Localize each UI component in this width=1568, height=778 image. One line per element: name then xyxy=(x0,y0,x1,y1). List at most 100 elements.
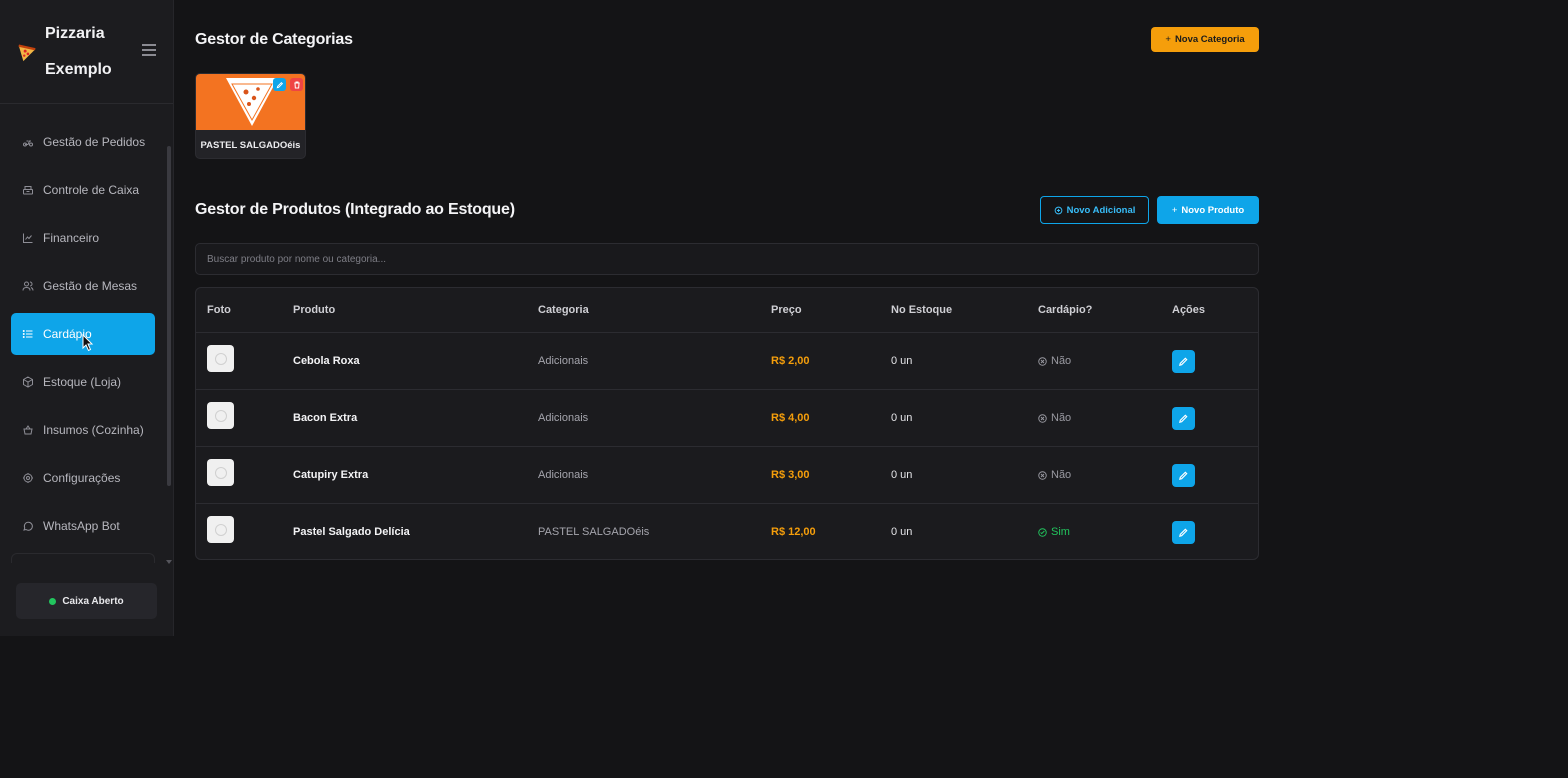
product-price: R$ 12,00 xyxy=(771,526,816,538)
sidebar-item-insumos[interactable]: Insumos (Cozinha) xyxy=(11,409,155,451)
menu-status: Não xyxy=(1038,469,1071,481)
x-circle-icon xyxy=(1038,470,1047,480)
brand-name: Pizzaria Exemplo xyxy=(45,24,112,78)
menu-status: Não xyxy=(1038,412,1071,424)
column-header: Ações xyxy=(1172,304,1206,316)
product-price: R$ 3,00 xyxy=(771,469,810,481)
scroll-down-icon[interactable] xyxy=(166,560,172,564)
table-row: Catupiry Extra Adicionais R$ 3,00 0 un N… xyxy=(196,447,1258,504)
register-icon xyxy=(22,184,34,196)
product-category: Adicionais xyxy=(538,412,589,424)
product-name: Cebola Roxa xyxy=(293,355,360,367)
product-price: R$ 2,00 xyxy=(771,355,810,367)
table-header: Foto Produto Categoria Preço No Estoque … xyxy=(196,288,1258,333)
plus-circle-icon xyxy=(1054,206,1062,214)
category-image xyxy=(196,74,305,130)
table-row: Cebola Roxa Adicionais R$ 2,00 0 un Não xyxy=(196,333,1258,390)
edit-product-button[interactable] xyxy=(1172,464,1195,487)
sidebar-item-controle-caixa[interactable]: Controle de Caixa xyxy=(11,169,155,211)
check-circle-icon xyxy=(1038,527,1047,537)
cash-status-badge[interactable]: Caixa Aberto xyxy=(16,583,157,619)
edit-product-button[interactable] xyxy=(1172,521,1195,544)
whatsapp-icon xyxy=(22,520,34,532)
sidebar-item-label: Gestão de Pedidos xyxy=(43,135,146,149)
sidebar-scrollbar[interactable] xyxy=(167,146,171,486)
sidebar-item-label: Controle de Caixa xyxy=(43,183,140,197)
table-row: Pastel Salgado Delícia PASTEL SALGADOéis… xyxy=(196,504,1258,559)
sidebar-item-whatsapp[interactable]: WhatsApp Bot xyxy=(11,505,155,547)
product-stock: 0 un xyxy=(891,412,913,424)
categories-title: Gestor de Categorias xyxy=(195,31,353,48)
chart-line-icon xyxy=(22,232,34,244)
product-category: Adicionais xyxy=(538,355,589,367)
pencil-icon xyxy=(1179,357,1188,366)
product-photo xyxy=(207,516,234,543)
product-name: Bacon Extra xyxy=(293,412,358,424)
pencil-icon xyxy=(1179,471,1188,480)
menu-status-label: Sim xyxy=(1051,526,1070,538)
product-photo xyxy=(207,345,234,372)
new-product-button[interactable]: + Novo Produto xyxy=(1157,196,1259,224)
menu-status: Sim xyxy=(1038,526,1070,538)
x-circle-icon xyxy=(1038,356,1047,366)
product-stock: 0 un xyxy=(891,355,913,367)
product-stock: 0 un xyxy=(891,526,913,538)
pencil-icon xyxy=(276,81,283,88)
new-category-button[interactable]: + Nova Categoria xyxy=(1151,27,1259,52)
mouse-cursor-icon xyxy=(82,334,94,352)
sidebar-item-label: Financeiro xyxy=(43,231,100,245)
basket-icon xyxy=(22,424,34,436)
pencil-icon xyxy=(1179,528,1188,537)
gear-icon xyxy=(22,472,34,484)
sidebar-item-estoque[interactable]: Estoque (Loja) xyxy=(11,361,155,403)
new-product-label: Novo Produto xyxy=(1181,204,1245,216)
new-addon-label: Novo Adicional xyxy=(1066,204,1136,216)
edit-category-button[interactable] xyxy=(273,78,286,91)
product-category: Adicionais xyxy=(538,469,589,481)
category-card[interactable]: PASTEL SALGADOéis xyxy=(195,73,306,159)
sidebar-item-configuracoes[interactable]: Configurações xyxy=(11,457,155,499)
brand: Pizzaria Exemplo xyxy=(0,0,173,104)
sidebar-item-gestao-pedidos[interactable]: Gestão de Pedidos xyxy=(11,121,155,163)
product-category: PASTEL SALGADOéis xyxy=(538,526,650,538)
sidebar: Pizzaria Exemplo Gestão de Pedidos Contr… xyxy=(0,0,174,636)
image-placeholder-icon xyxy=(214,523,227,536)
list-icon xyxy=(22,328,34,340)
products-table: Foto Produto Categoria Preço No Estoque … xyxy=(195,287,1259,560)
x-circle-icon xyxy=(1038,413,1047,423)
nav-overflow-edge xyxy=(11,553,155,563)
plus-icon: + xyxy=(1171,204,1178,216)
status-dot-icon xyxy=(49,597,57,605)
column-header: Cardápio? xyxy=(1038,304,1093,316)
product-search-input[interactable] xyxy=(195,243,1259,275)
new-addon-button[interactable]: Novo Adicional xyxy=(1040,196,1149,224)
category-name: PASTEL SALGADOéis xyxy=(200,139,301,151)
menu-status-label: Não xyxy=(1051,355,1072,367)
product-price: R$ 4,00 xyxy=(771,412,810,424)
column-header: No Estoque xyxy=(891,304,953,316)
product-photo xyxy=(207,459,234,486)
sidebar-item-gestao-mesas[interactable]: Gestão de Mesas xyxy=(11,265,155,307)
edit-product-button[interactable] xyxy=(1172,350,1195,373)
column-header: Preço xyxy=(771,304,802,316)
box-icon xyxy=(22,376,34,388)
delete-category-button[interactable] xyxy=(290,78,303,91)
cash-status-label: Caixa Aberto xyxy=(62,595,124,607)
sidebar-item-label: Insumos (Cozinha) xyxy=(43,423,144,437)
plus-icon: + xyxy=(1165,34,1171,45)
product-name: Pastel Salgado Delícia xyxy=(293,526,410,538)
trash-icon xyxy=(293,81,300,88)
pizza-icon xyxy=(18,43,36,61)
menu-toggle-icon[interactable] xyxy=(142,44,156,56)
column-header: Foto xyxy=(207,304,231,316)
products-title: Gestor de Produtos (Integrado ao Estoque… xyxy=(195,201,515,218)
product-name: Catupiry Extra xyxy=(293,469,369,481)
column-header: Categoria xyxy=(538,304,589,316)
sidebar-item-label: Gestão de Mesas xyxy=(43,279,138,293)
product-photo xyxy=(207,402,234,429)
image-placeholder-icon xyxy=(214,409,227,422)
edit-product-button[interactable] xyxy=(1172,407,1195,430)
menu-status-label: Não xyxy=(1051,412,1072,424)
sidebar-item-financeiro[interactable]: Financeiro xyxy=(11,217,155,259)
new-category-label: Nova Categoria xyxy=(1174,34,1245,45)
